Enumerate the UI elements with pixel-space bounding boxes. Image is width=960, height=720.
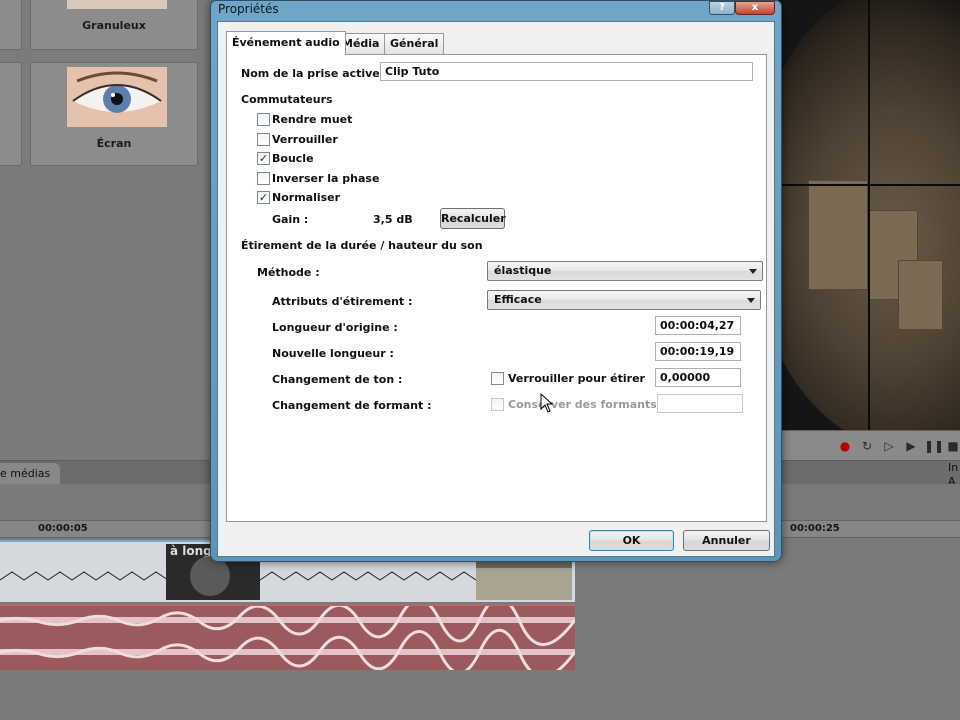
stretch-attributes-value: Efficace xyxy=(494,293,542,306)
checkbox-keep-formants[interactable] xyxy=(491,398,504,411)
ruler-label: 00:00:25 xyxy=(790,523,840,534)
keep-formants-label: Conserver des formants xyxy=(508,398,657,411)
recalculer-button[interactable]: Recalculer xyxy=(440,208,506,229)
effect-tile-ecran[interactable]: Écran xyxy=(30,62,198,166)
method-label: Méthode : xyxy=(257,266,320,279)
lock-to-stretch-label: Verrouiller pour étirer xyxy=(508,372,645,385)
ok-button[interactable]: OK xyxy=(589,530,674,551)
tab-project-media[interactable]: e médias xyxy=(0,463,61,485)
granuleux-thumbnail xyxy=(67,0,167,9)
pause-icon[interactable]: ❚❚ xyxy=(924,437,944,455)
tab-evenement-audio[interactable]: Événement audio xyxy=(226,31,346,55)
checkbox-label-inverser-phase: Inverser la phase xyxy=(272,172,380,185)
cancel-button[interactable]: Annuler xyxy=(683,530,770,551)
method-dropdown[interactable]: élastique xyxy=(487,261,763,281)
checkbox-label-boucle: Boucle xyxy=(272,152,314,165)
checkbox-rendre-muet[interactable] xyxy=(257,113,270,126)
switches-group-title: Commutateurs xyxy=(241,93,333,106)
effect-tile-left-partial-2[interactable] xyxy=(0,62,22,166)
effect-tile-granuleux[interactable]: Granuleux xyxy=(30,0,198,50)
formant-change-field[interactable] xyxy=(657,394,743,413)
checkbox-lock-to-stretch[interactable] xyxy=(491,372,504,385)
play-from-start-icon[interactable]: ▷ xyxy=(880,437,898,455)
check-icon: ✓ xyxy=(258,152,269,165)
tab-page-audio-event: Nom de la prise active : Clip Tuto Commu… xyxy=(226,54,767,522)
properties-dialog: Propriétés ? x Événement audio Média Gén… xyxy=(210,0,782,562)
eye-icon xyxy=(67,67,167,127)
effect-label-ecran: Écran xyxy=(96,137,132,150)
new-length-label: Nouvelle longueur : xyxy=(272,347,394,360)
checkbox-label-normaliser: Normaliser xyxy=(272,191,341,204)
play-icon[interactable]: ▶ xyxy=(902,437,920,455)
checkbox-normaliser[interactable]: ✓ xyxy=(257,191,270,204)
help-button[interactable]: ? xyxy=(709,1,735,15)
checkbox-label-rendre-muet: Rendre muet xyxy=(272,113,353,126)
stop-icon[interactable]: ■ xyxy=(944,437,960,455)
gain-label: Gain : xyxy=(272,213,309,226)
transport-bar: ● ↻ ▷ ▶ ❚❚ ■ xyxy=(778,430,960,460)
stretch-attributes-label: Attributs d'étirement : xyxy=(272,295,413,308)
effect-tile-left-partial[interactable] xyxy=(0,0,22,50)
original-length-label: Longueur d'origine : xyxy=(272,321,398,334)
close-button[interactable]: x xyxy=(735,1,775,15)
loop-icon[interactable]: ↻ xyxy=(858,437,876,455)
original-length-field[interactable]: 00:00:04,27 xyxy=(655,316,741,335)
dialog-body: Événement audio Média Général Nom de la … xyxy=(217,21,775,557)
audio-waveform xyxy=(0,606,575,670)
group-divider xyxy=(489,245,749,246)
tab-general[interactable]: Général xyxy=(384,33,445,54)
checkbox-label-verrouiller: Verrouiller xyxy=(272,133,338,146)
formant-change-label: Changement de formant : xyxy=(272,399,432,412)
chevron-down-icon xyxy=(749,269,757,274)
effect-label-granuleux: Granuleux xyxy=(82,19,146,32)
audio-event[interactable] xyxy=(0,604,575,670)
pitch-change-label: Changement de ton : xyxy=(272,373,403,386)
checkbox-boucle[interactable]: ✓ xyxy=(257,152,270,165)
dialog-title: Propriétés xyxy=(218,2,279,16)
video-preview xyxy=(778,0,960,430)
chevron-down-icon xyxy=(747,298,755,303)
new-length-field[interactable]: 00:00:19,19 xyxy=(655,342,741,361)
ruler-label: 00:00:05 xyxy=(38,523,88,534)
eye-thumbnail xyxy=(67,67,167,127)
preview-crate xyxy=(808,180,868,290)
scope-thumbnail xyxy=(190,556,230,596)
group-divider xyxy=(329,99,753,100)
checkbox-verrouiller[interactable] xyxy=(257,133,270,146)
stretch-attributes-dropdown[interactable]: Efficace xyxy=(487,290,761,310)
pitch-change-field[interactable]: 0,00000 xyxy=(655,368,741,387)
active-take-label: Nom de la prise active : xyxy=(241,67,388,80)
rubble-thumbnail xyxy=(476,568,572,600)
stretch-group-title: Étirement de la durée / hauteur du son xyxy=(241,239,483,252)
crosshair-vertical xyxy=(868,0,870,430)
method-dropdown-value: élastique xyxy=(494,264,552,277)
check-icon: ✓ xyxy=(258,191,269,204)
record-icon[interactable]: ● xyxy=(836,437,854,455)
preview-crate xyxy=(898,260,943,330)
corner-label-text: In xyxy=(948,461,959,474)
active-take-name-field[interactable]: Clip Tuto xyxy=(380,62,753,81)
gain-value: 3,5 dB xyxy=(373,213,413,226)
checkbox-inverser-phase[interactable] xyxy=(257,172,270,185)
